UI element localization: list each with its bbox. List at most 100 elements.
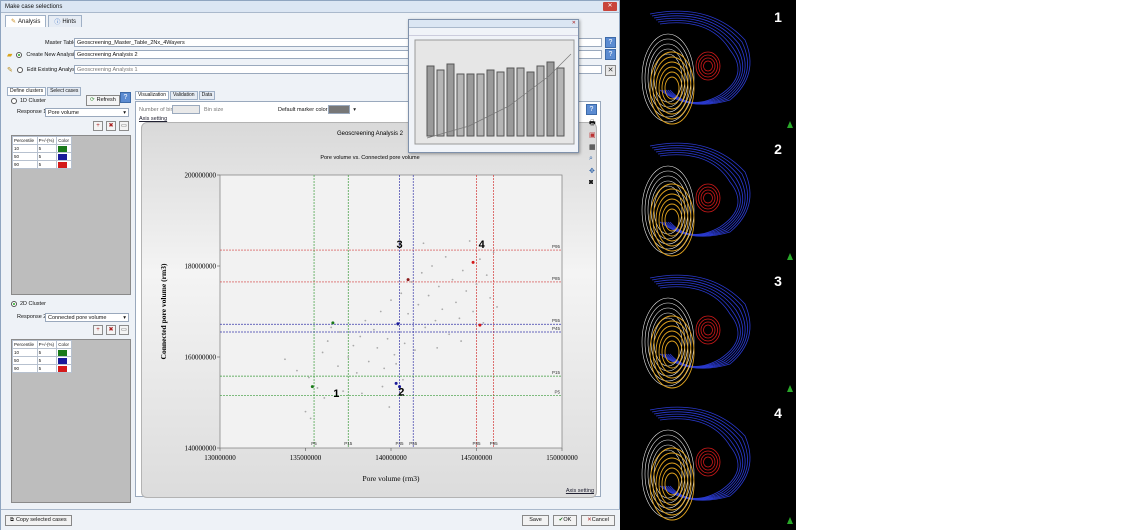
table-row[interactable]: 50 5 [12,356,72,365]
cancel-button[interactable]: ✕Cancel [581,515,615,526]
export-icon[interactable]: ▣ [589,131,596,139]
oned-table: Percentile P+/-(%) Color 10 5 50 5 90 5 [12,136,72,169]
frame-label: 2 [774,141,782,157]
x-tick-label: 145000000 [461,454,493,462]
scatter-point [461,269,464,272]
table-row[interactable]: 90 5 [12,364,72,373]
edit-existing-radio[interactable] [16,66,23,73]
add-row-icon[interactable]: + [93,325,103,335]
percentile-cell[interactable]: 90 [12,160,38,169]
y-axis-label: Connected pore volume (rm3) [159,263,168,359]
x-tick-label: 150000000 [546,454,578,462]
delete-analysis-button[interactable]: ✕ [605,65,616,76]
remove-row-icon[interactable]: ✖ [106,325,116,335]
response2-select[interactable]: Connected pore volume ▾ [45,313,129,322]
create-new-radio[interactable] [16,51,23,58]
tab-hints[interactable]: ⓘ Hints [48,15,83,27]
table-row[interactable]: 10 5 [12,348,72,357]
color-cell[interactable] [56,364,72,373]
help-button-2[interactable]: ? [605,49,616,60]
scatter-point [308,376,310,379]
camera-icon[interactable]: ◙ [589,179,593,186]
clear-rows-icon[interactable]: ▭ [119,121,129,131]
help-button-3[interactable]: ? [120,92,131,103]
copy-selected-cases-button[interactable]: ⧉ Copy selected cases [5,515,72,526]
pencil-icon: ✎ [11,19,17,25]
scatter-point [330,326,333,329]
axis-setting-link-bottom[interactable]: Axis setting [566,488,594,494]
help-button-1[interactable]: ? [605,37,616,48]
grid-icon[interactable]: ▦ [589,143,596,151]
table-row[interactable]: 50 5 [12,152,72,161]
table-row[interactable]: 90 5 [12,160,72,169]
pm-cell[interactable]: 5 [36,348,58,357]
north-arrow-icon [787,517,793,524]
hline-label: P5 [554,390,560,395]
color-cell[interactable] [56,160,72,169]
ok-button[interactable]: ✔OK [553,515,577,526]
popup-close-icon[interactable]: ✕ [572,20,576,26]
vline-label: P85 [472,441,481,446]
color-cell[interactable] [56,348,72,357]
tab-data[interactable]: Data [198,91,216,100]
pan-icon[interactable]: ✥ [589,167,595,175]
title-bar: Make case selections ✕ [1,1,619,13]
scatter-point [468,240,471,242]
tab-validation[interactable]: Validation [169,91,198,100]
close-window-button[interactable]: ✕ [603,2,617,11]
save-label: Save [529,517,542,523]
tab-define-clusters[interactable]: Define clusters [7,87,47,96]
response2-label: Response 2: [17,314,48,320]
vline-label: P5 [311,441,317,446]
percentile-cell[interactable]: 50 [12,356,38,365]
histogram-popup[interactable]: ✕ [408,19,579,153]
color-cell[interactable] [56,152,72,161]
pm-cell[interactable]: 5 [36,364,58,373]
pm-cell[interactable]: 5 [36,356,58,365]
num-bins-input[interactable] [172,105,200,114]
pm-cell[interactable]: 5 [36,144,58,153]
print-icon[interactable]: 🖶 [589,119,596,130]
scatter-point [475,283,478,286]
percentile-cell[interactable]: 50 [12,152,38,161]
help-icon[interactable]: ? [586,104,597,115]
create-new-label: Create New Analysis: [26,51,79,58]
scatter-point [431,265,433,267]
scatter-point [472,310,474,313]
color-cell[interactable] [56,144,72,153]
scatter-point [400,292,403,295]
clear-rows-icon[interactable]: ▭ [119,325,129,335]
frame-label: 3 [774,273,782,289]
add-row-icon[interactable]: + [93,121,103,131]
scatter-point [304,410,307,413]
response1-select[interactable]: Pore volume ▾ [45,108,129,117]
save-button[interactable]: Save [522,515,549,526]
table-row[interactable]: 10 5 [12,144,72,153]
pm-cell[interactable]: 5 [36,152,58,161]
oned-cluster-radio[interactable] [11,98,17,104]
percentile-cell[interactable]: 10 [12,348,38,357]
marker-color-select[interactable]: ▾ [328,105,356,114]
red-contour [700,189,716,207]
remove-row-icon[interactable]: ✖ [106,121,116,131]
chart-container: Geoscreening Analysis 2 Pore volume vs. C… [141,122,597,498]
color-cell[interactable] [56,356,72,365]
pm-cell[interactable]: 5 [36,160,58,169]
scatter-point [489,296,492,299]
refresh-button[interactable]: ⟳ Refresh [86,95,120,106]
bin-size-label: Bin size [204,107,224,113]
twod-table-area: Percentile P+/-(%) Color 10 5 50 5 90 5 [11,339,131,503]
scatter-point [361,392,363,395]
tab-visualization[interactable]: Visualization [135,91,169,100]
red-contour [700,321,716,339]
tab-analysis[interactable]: ✎ Analysis [5,15,47,27]
edit-existing-label: Edit Existing Analysis: [26,66,81,73]
visualization-panel: Number of bins Bin size Default marker c… [135,101,601,498]
scatter-point [383,367,386,370]
scatter-point [355,372,358,374]
zoom-icon[interactable]: ⌕ [589,155,593,163]
percentile-cell[interactable]: 10 [12,144,38,153]
percentile-cell[interactable]: 90 [12,364,38,373]
tab-select-cases[interactable]: Select cases [47,87,82,96]
twod-cluster-radio[interactable] [11,301,17,307]
